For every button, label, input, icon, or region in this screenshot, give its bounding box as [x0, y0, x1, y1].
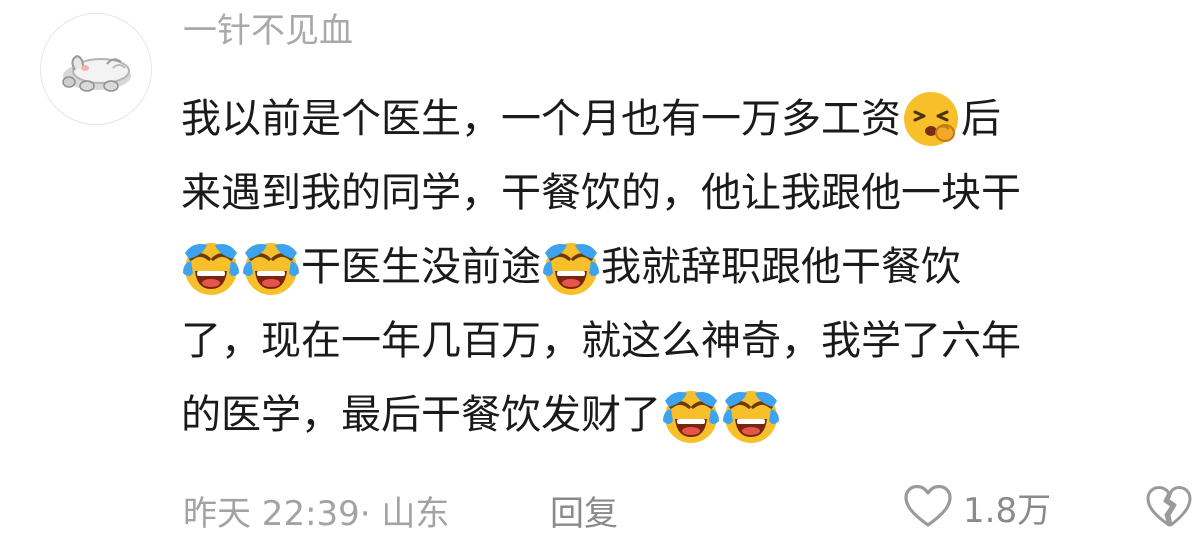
- comment-text: 我以前是个医生，一个月也有一万多工资 后来遇到我的同学，干餐饮的，他让我跟他一块干…: [181, 82, 1181, 452]
- comment-text-segment: 来遇到我的同学，干餐饮的，他让我跟他一块干: [181, 170, 1021, 216]
- crying-laughing-emoji: [661, 385, 721, 445]
- broken-heart-icon: [1146, 486, 1192, 527]
- comment-line: 来遇到我的同学，干餐饮的，他让我跟他一块干: [181, 156, 1181, 230]
- like-count: 1.8万: [963, 490, 1052, 531]
- cat-avatar-image: [62, 54, 131, 92]
- username[interactable]: 一针不见血: [183, 8, 353, 54]
- comment-text-segment: 的医学，最后干餐饮发财了: [181, 392, 661, 438]
- comment-text-segment: 我就辞职跟他干餐饮: [601, 244, 961, 290]
- comment-meta: 昨天 22:39· 山东: [183, 494, 450, 534]
- comment-text-segment: 了，现在一年几百万，就这么神奇，我学了六年: [181, 318, 1021, 364]
- dislike-button[interactable]: [1145, 484, 1193, 530]
- reply-button[interactable]: 回复: [550, 486, 618, 535]
- comment-line: 干医生没前途 我就辞职跟他干餐饮: [181, 230, 1181, 304]
- comment-text-segment: 后: [961, 96, 1001, 142]
- crying-laughing-emoji: [721, 385, 781, 445]
- crying-laughing-emoji: [541, 237, 601, 297]
- comment-line: 了，现在一年几百万，就这么神奇，我学了六年: [181, 304, 1181, 378]
- crying-laughing-emoji: [181, 237, 241, 297]
- comment-line: 我以前是个医生，一个月也有一万多工资 后: [181, 82, 1181, 156]
- avatar[interactable]: [40, 13, 152, 125]
- comment-footer: 昨天 22:39· 山东 回复 1.8万: [183, 480, 1195, 535]
- like-button[interactable]: 1.8万: [903, 482, 1051, 532]
- comment-text-segment: 干医生没前途: [301, 244, 541, 290]
- tired-face-emoji: [901, 89, 961, 149]
- heart-outline-icon: [904, 484, 952, 527]
- crying-laughing-emoji: [241, 237, 301, 297]
- comment-text-segment: 我以前是个医生，一个月也有一万多工资: [181, 96, 901, 142]
- comment-line: 的医学，最后干餐饮发财了: [181, 378, 1181, 452]
